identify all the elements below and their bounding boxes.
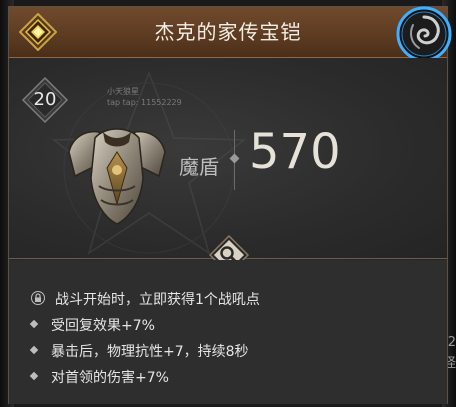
item-header: 杰克的家传宝铠 [9,6,452,62]
lock-icon [31,291,45,305]
diamond-bullet-icon [29,319,39,329]
item-level: 20 [33,89,57,110]
affix-list: 战斗开始时，立即获得1个战吼点 受回复效果+7% 暴击后，物理抗性+7，持续8秒… [9,260,447,404]
affix-text: 战斗开始时，立即获得1个战吼点 [55,292,260,308]
stat-label: 魔盾 [179,155,219,179]
affix-text: 受回复效果+7% [51,318,155,334]
affix-item: 暴击后，物理抗性+7，持续8秒 [29,340,249,364]
affix-item: 战斗开始时，立即获得1个战吼点 [31,288,260,312]
watermark-id: tap tap: 11552229 [107,98,182,107]
diamond-bullet-icon [29,371,39,381]
diamond-bullet-icon [29,345,39,355]
armor-image [68,128,166,225]
item-tooltip: 杰克的家传宝铠 20 小天狼星 tap tap: 11552229 魔盾 570… [8,6,452,404]
affix-item: 对首领的伤害+7% [29,366,169,390]
class-orb-icon[interactable] [395,5,453,63]
watermark-name: 小天狼星 [107,87,139,96]
affix-item: 受回复效果+7% [29,314,155,338]
stat-value: 570 [249,124,341,180]
item-name: 杰克的家传宝铠 [154,20,302,44]
affix-text: 对首领的伤害+7% [51,370,169,386]
affix-text: 暴击后，物理抗性+7，持续8秒 [51,344,249,360]
watermark: 小天狼星 tap tap: 11552229 [107,86,182,108]
item-detail-panel: 20 小天狼星 tap tap: 11552229 魔盾 570 [9,58,447,260]
